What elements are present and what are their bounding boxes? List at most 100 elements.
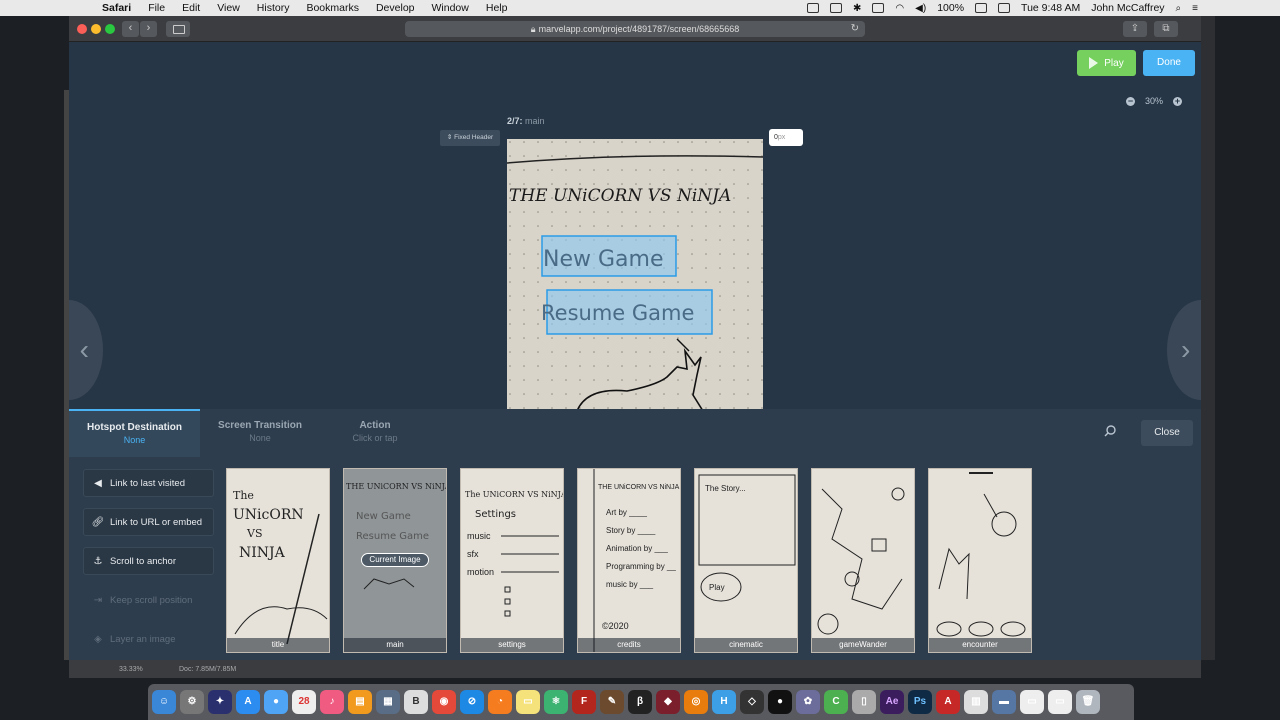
obs-icon[interactable]: ● xyxy=(768,690,792,714)
blender-icon[interactable]: ◎ xyxy=(684,690,708,714)
address-bar[interactable]: 🔒︎ marvelapp.com/project/4891787/screen/6… xyxy=(405,21,865,37)
tab-value: None xyxy=(123,435,146,445)
zoom-level: 30% xyxy=(1145,96,1164,106)
menu-window[interactable]: Window xyxy=(432,2,469,14)
current-image-badge: Current Image xyxy=(361,553,429,567)
wifi-icon[interactable]: ◠ xyxy=(895,3,904,14)
camtasia-icon[interactable]: C xyxy=(824,690,848,714)
bbedit-icon[interactable]: B xyxy=(404,690,428,714)
preview-icon[interactable]: ▦ xyxy=(376,690,400,714)
calendar-icon[interactable]: 28 xyxy=(292,690,316,714)
airplay-icon[interactable] xyxy=(872,3,885,13)
screen-record-icon[interactable] xyxy=(807,3,820,13)
svg-text:THE UNiCORN VS NiNJA: THE UNiCORN VS NiNJA xyxy=(598,484,680,491)
window-scrollbar[interactable] xyxy=(1201,16,1215,660)
menu-edit[interactable]: Edit xyxy=(182,2,200,14)
option-label: Link to URL or embed xyxy=(110,516,203,528)
photoshop-icon[interactable]: Ps xyxy=(908,690,932,714)
minimize-window-icon[interactable] xyxy=(91,24,101,34)
downloads-folder-icon[interactable]: ▬ xyxy=(992,690,1016,714)
game-app-icon[interactable]: ◆ xyxy=(656,690,680,714)
menu-help[interactable]: Help xyxy=(486,2,508,14)
trash-icon[interactable]: 🗑︎ xyxy=(1076,690,1100,714)
acrobat-icon[interactable]: A xyxy=(936,690,960,714)
textedit-icon[interactable]: ▯ xyxy=(852,690,876,714)
sidebar-toggle-icon[interactable] xyxy=(166,21,190,37)
thumbnail-name: main xyxy=(344,638,446,652)
messages-icon[interactable]: ● xyxy=(264,690,288,714)
zoom-in-icon[interactable]: + xyxy=(1173,96,1183,106)
option-scroll-anchor[interactable]: ⚓︎ Scroll to anchor xyxy=(83,547,214,575)
header-offset-input[interactable]: 0px xyxy=(769,129,803,146)
launchpad-icon[interactable]: ✦ xyxy=(208,690,232,714)
menu-file[interactable]: File xyxy=(148,2,165,14)
stack-icon-2[interactable]: ▭ xyxy=(1048,690,1072,714)
finder-icon[interactable]: ☺ xyxy=(152,690,176,714)
keyboard-icon[interactable] xyxy=(998,3,1011,13)
option-link-url[interactable]: 🔗︎ Link to URL or embed xyxy=(83,508,214,536)
reload-icon[interactable]: ↻ xyxy=(851,21,859,37)
hype-icon[interactable]: H xyxy=(712,690,736,714)
back-button[interactable]: ‹ xyxy=(122,21,139,37)
play-button[interactable]: Play xyxy=(1077,50,1136,76)
books-icon[interactable]: ▤ xyxy=(348,690,372,714)
thumbnail-title[interactable]: The UNicORN VS NINJA title xyxy=(226,468,330,653)
safari-icon[interactable]: ⊘ xyxy=(460,690,484,714)
tab-hotspot-destination[interactable]: Hotspot Destination None xyxy=(69,409,200,457)
display-icon[interactable] xyxy=(830,3,843,13)
menubar-clock[interactable]: Tue 9:48 AM xyxy=(1021,2,1080,14)
thumbnail-gamewander[interactable]: gameWander xyxy=(811,468,915,653)
unity-icon[interactable]: ◇ xyxy=(740,690,764,714)
thumbnail-sketch: The UNiCORN VS NiNJA Settings music sfx … xyxy=(465,490,563,617)
panel-tabs: Hotspot Destination None Screen Transiti… xyxy=(69,409,430,457)
tabs-overview-icon[interactable]: ⧉ xyxy=(1154,21,1178,37)
menu-history[interactable]: History xyxy=(257,2,290,14)
done-button[interactable]: Done xyxy=(1143,50,1195,76)
pixelmator-icon[interactable]: β xyxy=(628,690,652,714)
hotspot-resume-game-text: Resume Game xyxy=(541,301,694,325)
atom-icon[interactable]: ⚛ xyxy=(544,690,568,714)
menu-view[interactable]: View xyxy=(217,2,240,14)
menu-bookmarks[interactable]: Bookmarks xyxy=(306,2,359,14)
after-effects-icon[interactable]: Ae xyxy=(880,690,904,714)
fixed-header-button[interactable]: ⇕ Fixed Header xyxy=(440,130,500,146)
menu-app-safari[interactable]: Safari xyxy=(102,2,131,14)
gimp-icon[interactable]: ✎ xyxy=(600,690,624,714)
stack-icon[interactable]: ▭ xyxy=(1020,690,1044,714)
close-window-icon[interactable] xyxy=(77,24,87,34)
music-icon[interactable]: ♪ xyxy=(320,690,344,714)
share-icon[interactable]: ⇪ xyxy=(1123,21,1147,37)
figma-icon[interactable]: ✿ xyxy=(796,690,820,714)
app-store-icon[interactable]: A xyxy=(236,690,260,714)
tab-screen-transition[interactable]: Screen Transition None xyxy=(200,409,320,457)
thumbnail-settings[interactable]: The UNiCORN VS NiNJA Settings music sfx … xyxy=(460,468,564,653)
zoom-out-icon[interactable]: − xyxy=(1126,96,1135,106)
system-preferences-icon[interactable]: ⚙ xyxy=(180,690,204,714)
thumbnail-encounter[interactable]: encounter xyxy=(928,468,1032,653)
bluetooth-icon[interactable]: ✱ xyxy=(853,3,861,14)
close-button[interactable]: Close xyxy=(1141,420,1193,446)
thumbnail-cinematic[interactable]: The Story... Play cinematic xyxy=(694,468,798,653)
notification-center-icon[interactable]: ≡ xyxy=(1192,3,1198,14)
menubar-user[interactable]: John McCaffrey xyxy=(1091,2,1164,14)
battery-icon[interactable] xyxy=(975,3,988,13)
forward-button[interactable]: › xyxy=(140,21,157,37)
svg-text:UNicORN: UNicORN xyxy=(233,507,304,523)
thumbnail-main[interactable]: THE UNiCORN VS NiNJA New Game Resume Gam… xyxy=(343,468,447,653)
document-icon[interactable]: ▥ xyxy=(964,690,988,714)
menu-develop[interactable]: Develop xyxy=(376,2,415,14)
spotlight-search-icon[interactable]: ⌕ xyxy=(1176,3,1182,14)
next-screen-arrow[interactable]: › xyxy=(1167,300,1201,400)
notes-icon[interactable]: ▭ xyxy=(516,690,540,714)
previous-screen-arrow[interactable]: ‹ xyxy=(69,300,103,400)
thumbnail-credits[interactable]: THE UNiCORN VS NiNJA Art by ____ Story b… xyxy=(577,468,681,653)
tab-action[interactable]: Action Click or tap xyxy=(320,409,430,457)
option-link-last-visited[interactable]: ◀ Link to last visited xyxy=(83,469,214,497)
chrome-icon[interactable]: ◉ xyxy=(432,690,456,714)
play-icon xyxy=(1089,57,1099,69)
search-icon[interactable] xyxy=(1104,425,1116,437)
filezilla-icon[interactable]: F xyxy=(572,690,596,714)
zoom-window-icon[interactable] xyxy=(105,24,115,34)
firefox-icon[interactable]: ◔ xyxy=(488,690,512,714)
volume-icon[interactable]: ◀) xyxy=(915,3,926,14)
